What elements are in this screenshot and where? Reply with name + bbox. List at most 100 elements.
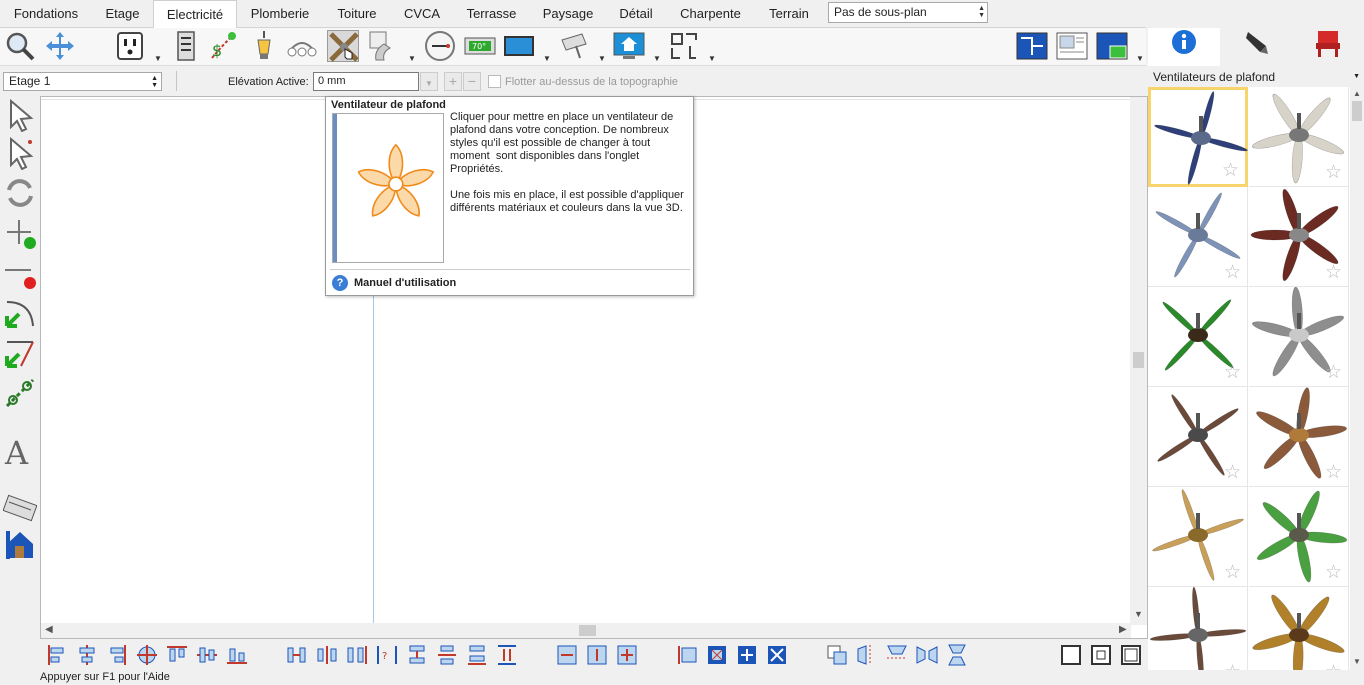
vertical-scrollbar[interactable]: ▼ — [1130, 97, 1147, 625]
shrink-box-button[interactable] — [766, 644, 788, 666]
tab-info[interactable] — [1148, 28, 1220, 66]
phone-button[interactable] — [368, 30, 400, 62]
curve-tool-button[interactable] — [3, 296, 37, 330]
favorite-star-icon[interactable]: ☆ — [1325, 263, 1342, 282]
tab-fondations[interactable]: Fondations — [0, 0, 92, 28]
tv-button[interactable] — [503, 30, 535, 62]
panel-button[interactable] — [170, 30, 202, 62]
favorite-star-icon[interactable]: ☆ — [1325, 363, 1342, 382]
scroll-left-icon[interactable]: ◀ — [45, 624, 53, 635]
fit-box-button[interactable] — [706, 644, 728, 666]
library-item[interactable]: ☆ — [1249, 587, 1349, 670]
tab-toiture[interactable]: Toiture — [323, 0, 391, 28]
angle-tool-button[interactable] — [3, 336, 37, 370]
resize-both-button[interactable] — [616, 644, 638, 666]
ceiling-fan-button[interactable] — [327, 30, 359, 62]
tab-charpente[interactable]: Charpente — [666, 0, 755, 28]
mirror-vertical-button[interactable] — [946, 644, 968, 666]
view-corner-button[interactable] — [1120, 644, 1142, 666]
library-item[interactable]: ☆ — [1148, 187, 1248, 287]
plan-view-button[interactable] — [1016, 30, 1048, 62]
elevation-dropdown-button[interactable]: ▼ — [420, 72, 438, 91]
favorite-star-icon[interactable]: ☆ — [1224, 263, 1241, 282]
favorite-star-icon[interactable]: ☆ — [1224, 363, 1241, 382]
outlet-button[interactable] — [114, 30, 146, 62]
smoke-detector-button[interactable] — [424, 30, 456, 62]
tab-detail[interactable]: Détail — [606, 0, 666, 28]
pan-tool-button[interactable] — [44, 30, 76, 62]
library-item[interactable]: ☆ — [1249, 387, 1349, 487]
layout-view-button[interactable] — [1056, 30, 1088, 62]
library-category-dropdown[interactable]: Ventilateurs de plafond ▼ — [1148, 67, 1364, 87]
library-item[interactable]: ☆ — [1249, 287, 1349, 387]
thermostat-button[interactable]: 70° — [464, 30, 496, 62]
tab-plomberie[interactable]: Plomberie — [237, 0, 323, 28]
phone-caret-icon[interactable]: ▼ — [408, 54, 416, 63]
vertical-scroll-thumb[interactable] — [1133, 352, 1144, 368]
library-item[interactable]: ☆ — [1148, 87, 1248, 187]
tab-cvca[interactable]: CVCA — [391, 0, 453, 28]
copy-shape-button[interactable] — [826, 644, 848, 666]
scroll-down-icon[interactable]: ▼ — [1134, 609, 1143, 619]
center-both-button[interactable] — [136, 644, 158, 666]
align-right-button[interactable] — [106, 644, 128, 666]
resize-height-button[interactable] — [586, 644, 608, 666]
plan-3d-button[interactable] — [1096, 30, 1128, 62]
mirror-horizontal-button[interactable] — [916, 644, 938, 666]
light-button[interactable] — [248, 30, 280, 62]
tv-caret-icon[interactable]: ▼ — [543, 54, 551, 63]
align-left-button[interactable] — [46, 644, 68, 666]
reflect-vertical-button[interactable] — [886, 644, 908, 666]
scroll-up-icon[interactable]: ▲ — [1353, 89, 1361, 98]
library-item[interactable]: ☆ — [1148, 387, 1248, 487]
outlet-caret-icon[interactable]: ▼ — [154, 54, 162, 63]
decrease-button[interactable]: − — [463, 72, 481, 91]
favorite-star-icon[interactable]: ☆ — [1224, 563, 1241, 582]
distribute-right-button[interactable] — [346, 644, 368, 666]
library-scroll-thumb[interactable] — [1352, 101, 1362, 121]
align-top-button[interactable] — [166, 644, 188, 666]
library-scrollbar[interactable]: ▲ ▼ — [1350, 87, 1364, 670]
camera-button[interactable] — [558, 30, 590, 62]
distribute-center-button[interactable] — [316, 644, 338, 666]
distribute-bottom-button[interactable] — [466, 644, 488, 666]
stretch-button[interactable] — [676, 644, 698, 666]
chain-tool-button[interactable] — [3, 376, 37, 410]
rotate-tool-button[interactable] — [3, 176, 37, 210]
favorite-star-icon[interactable]: ☆ — [1325, 563, 1342, 582]
tab-etage[interactable]: Etage — [92, 0, 153, 28]
distribute-middle-button[interactable] — [436, 644, 458, 666]
center-box-button[interactable] — [736, 644, 758, 666]
tab-terrasse[interactable]: Terrasse — [453, 0, 530, 28]
favorite-star-icon[interactable]: ☆ — [1222, 161, 1239, 180]
library-item[interactable]: ☆ — [1249, 487, 1349, 587]
view-plain-button[interactable] — [1060, 644, 1082, 666]
space-vertical-button[interactable] — [496, 644, 518, 666]
camera-caret-icon[interactable]: ▼ — [598, 54, 606, 63]
help-icon[interactable]: ? — [332, 275, 348, 291]
circuit-button[interactable] — [668, 30, 700, 62]
library-item[interactable]: ☆ — [1249, 87, 1349, 187]
horizontal-scroll-thumb[interactable] — [579, 625, 596, 636]
library-item[interactable]: ☆ — [1148, 587, 1248, 670]
smart-home-button[interactable] — [613, 30, 645, 62]
help-manual-link[interactable]: Manuel d'utilisation — [354, 277, 456, 289]
select-tool-button[interactable] — [3, 98, 37, 133]
library-item[interactable]: ☆ — [1148, 487, 1248, 587]
add-point-tool-button[interactable] — [3, 216, 37, 250]
elevation-input[interactable]: 0 mm — [313, 72, 419, 91]
resize-width-button[interactable] — [556, 644, 578, 666]
favorite-star-icon[interactable]: ☆ — [1325, 663, 1342, 670]
library-item[interactable]: ☆ — [1249, 187, 1349, 287]
scroll-right-icon[interactable]: ▶ — [1119, 624, 1127, 635]
distribute-top-button[interactable] — [406, 644, 428, 666]
favorite-star-icon[interactable]: ☆ — [1224, 663, 1241, 670]
favorite-star-icon[interactable]: ☆ — [1325, 163, 1342, 182]
camera-tool-button[interactable] — [2, 490, 38, 524]
tab-terrain[interactable]: Terrain — [755, 0, 823, 28]
reflect-horizontal-button[interactable] — [856, 644, 878, 666]
favorite-star-icon[interactable]: ☆ — [1224, 463, 1241, 482]
circuit-caret-icon[interactable]: ▼ — [708, 54, 716, 63]
increase-button[interactable]: + — [444, 72, 462, 91]
scroll-down-icon[interactable]: ▼ — [1353, 657, 1361, 666]
